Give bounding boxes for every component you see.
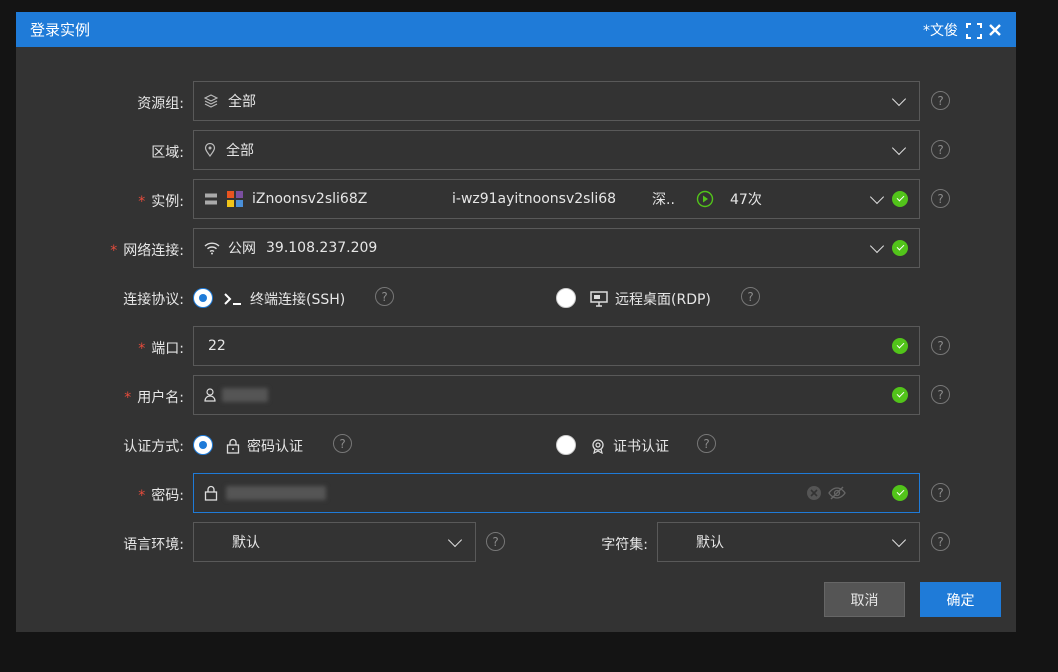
charset-select[interactable]: 默认 [657,522,920,562]
lock-icon [226,438,240,454]
wifi-icon [204,241,220,255]
protocol-ssh-option[interactable]: 终端连接(SSH) [223,289,345,309]
clear-icon[interactable] [806,485,822,501]
confirm-button[interactable]: 确定 [920,582,1001,617]
auth-cert-label: 证书认证 [613,439,669,455]
help-icon[interactable]: ? [931,189,950,208]
help-icon[interactable]: ? [931,91,950,110]
lock-icon [204,485,218,501]
port-value: 22 [208,338,226,354]
help-icon[interactable]: ? [333,434,352,453]
os-logo-icon [226,190,244,208]
help-icon[interactable]: ? [931,336,950,355]
chevron-down-icon [891,532,907,548]
current-user: *文俊 [923,22,958,39]
auth-password-option[interactable]: 密码认证 [226,436,303,456]
valid-check-icon [892,485,908,501]
help-icon[interactable]: ? [931,385,950,404]
network-label: * 网络连接: [110,243,184,259]
instance-id: i-wz91ayitnoonsv2sli68 [452,191,617,207]
password-redacted [226,486,326,500]
resource-group-select[interactable]: 全部 [193,81,920,121]
cancel-button[interactable]: 取消 [824,582,905,617]
locale-select[interactable]: 默认 [193,522,476,562]
charset-value: 默认 [696,535,724,551]
help-icon[interactable]: ? [931,532,950,551]
chevron-down-icon [869,189,885,205]
protocol-label: 连接协议: [123,292,184,308]
auth-password-label: 密码认证 [247,439,303,455]
dialog-titlebar: 登录实例 *文俊 [16,12,1016,47]
auth-password-radio[interactable] [193,435,213,455]
chevron-down-icon [891,140,907,156]
charset-label: 字符集: [601,537,648,553]
protocol-rdp-radio[interactable] [556,288,576,308]
location-pin-icon [204,143,216,157]
help-icon[interactable]: ? [741,287,760,306]
password-label: * 密码: [138,488,184,504]
login-instance-dialog: 登录实例 *文俊 资源组: 全部 ? 区域: 全部 ? * 实例: iZnoon… [16,12,1016,632]
instance-name: iZnoonsv2sli68Z [252,191,368,207]
instance-region: 深.. [652,192,675,208]
instance-label: * 实例: [138,194,184,210]
auth-cert-option[interactable]: 证书认证 [590,436,669,456]
terminal-icon [223,292,243,306]
titlebar-actions: *文俊 [923,20,1002,40]
protocol-rdp-option[interactable]: 远程桌面(RDP) [590,289,711,309]
dialog-title: 登录实例 [30,21,91,39]
protocol-ssh-radio[interactable] [193,288,213,308]
layers-icon [204,94,218,108]
port-input[interactable]: 22 [193,326,920,366]
username-input[interactable] [193,375,920,415]
port-label: * 端口: [138,341,184,357]
region-select[interactable]: 全部 [193,130,920,170]
username-label: * 用户名: [124,390,184,406]
instance-login-count: 47次 [730,192,762,208]
help-icon[interactable]: ? [931,483,950,502]
valid-check-icon [892,240,908,256]
instance-select[interactable]: iZnoonsv2sli68Z i-wz91ayitnoonsv2sli68 深… [193,179,920,219]
protocol-ssh-label: 终端连接(SSH) [250,292,346,308]
region-label: 区域: [151,145,184,161]
protocol-rdp-label: 远程桌面(RDP) [615,292,711,308]
region-value: 全部 [226,143,254,159]
server-icon [204,192,218,206]
play-circle-icon [696,190,714,208]
help-icon[interactable]: ? [697,434,716,453]
valid-check-icon [892,338,908,354]
eye-off-icon[interactable] [828,485,846,501]
valid-check-icon [892,387,908,403]
auth-method-label: 认证方式: [123,439,184,455]
remote-desktop-icon [590,291,608,307]
help-icon[interactable]: ? [375,287,394,306]
password-input[interactable] [193,473,920,513]
chevron-down-icon [869,238,885,254]
close-icon[interactable] [988,23,1002,37]
locale-label: 语言环境: [123,537,184,553]
network-select[interactable]: 公网 39.108.237.209 [193,228,920,268]
network-ip: 39.108.237.209 [266,240,378,256]
resource-group-label: 资源组: [137,96,184,112]
username-redacted [222,388,268,402]
help-icon[interactable]: ? [931,140,950,159]
auth-cert-radio[interactable] [556,435,576,455]
network-type: 公网 [228,241,256,257]
certificate-icon [590,438,606,454]
resource-group-value: 全部 [228,94,256,110]
help-icon[interactable]: ? [486,532,505,551]
chevron-down-icon [891,91,907,107]
chevron-down-icon [447,532,463,548]
fullscreen-icon[interactable] [966,22,982,39]
user-icon [204,388,216,402]
valid-check-icon [892,191,908,207]
locale-value: 默认 [232,535,260,551]
